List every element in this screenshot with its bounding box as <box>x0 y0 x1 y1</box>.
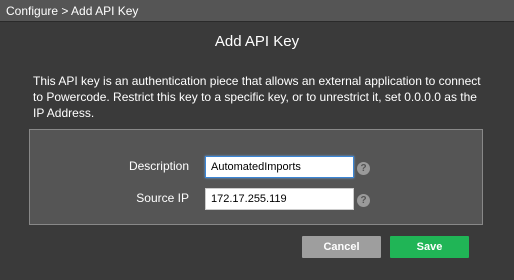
title-bar: Configure > Add API Key <box>0 0 514 22</box>
cancel-button[interactable]: Cancel <box>302 236 381 258</box>
question-circle-icon[interactable]: ? <box>357 162 370 175</box>
save-button[interactable]: Save <box>390 236 469 258</box>
dialog-description: This API key is an authentication piece … <box>33 74 481 120</box>
dialog-title: Add API Key <box>214 33 300 50</box>
source-ip-label: Source IP <box>136 191 189 205</box>
description-input[interactable] <box>205 156 354 178</box>
description-label: Description <box>128 159 189 173</box>
source-ip-input[interactable] <box>205 188 354 210</box>
breadcrumb[interactable]: Configure > Add API Key <box>6 4 138 18</box>
question-circle-icon[interactable]: ? <box>357 194 370 207</box>
